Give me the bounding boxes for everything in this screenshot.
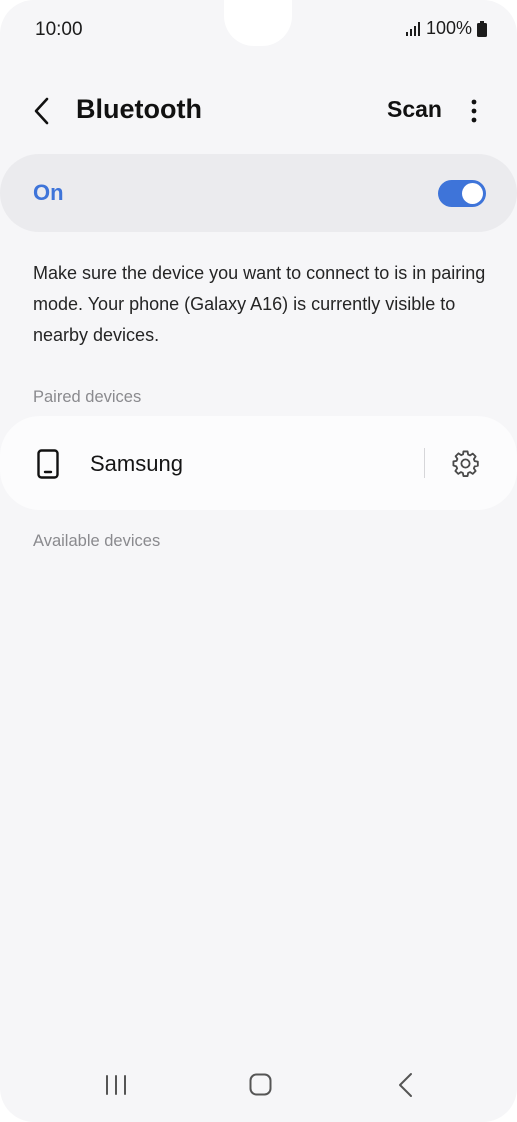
page-title: Bluetooth xyxy=(76,94,202,124)
signal-icon xyxy=(405,21,420,36)
battery-percentage: 100% xyxy=(425,18,472,38)
toggle-label: On xyxy=(33,180,64,205)
status-bar: 10:00 100% xyxy=(0,0,517,60)
home-icon[interactable] xyxy=(249,1073,272,1096)
back-icon[interactable] xyxy=(396,1072,416,1098)
phone-screen: 10:00 100% Bluetooth Scan On Make sure t… xyxy=(0,0,517,1122)
bluetooth-switch[interactable] xyxy=(438,180,486,207)
phone-icon xyxy=(37,449,59,479)
recents-icon[interactable] xyxy=(104,1074,128,1096)
scan-button[interactable]: Scan xyxy=(387,96,442,123)
switch-knob xyxy=(462,183,483,204)
paired-devices-header: Paired devices xyxy=(33,388,142,406)
available-devices-header: Available devices xyxy=(33,532,161,550)
gear-icon[interactable] xyxy=(451,449,480,478)
app-bar: Bluetooth Scan xyxy=(0,80,517,142)
device-name: Samsung xyxy=(90,451,183,476)
battery-icon xyxy=(477,20,487,37)
back-arrow-icon[interactable] xyxy=(30,96,56,126)
paired-device-row[interactable]: Samsung xyxy=(0,416,517,510)
navigation-bar xyxy=(0,1058,517,1122)
bluetooth-toggle-row[interactable]: On xyxy=(0,154,517,232)
more-options-icon[interactable] xyxy=(462,98,486,124)
status-indicators: 100% xyxy=(405,18,487,39)
pairing-description: Make sure the device you want to connect… xyxy=(33,263,486,345)
row-divider xyxy=(424,448,425,478)
status-time: 10:00 xyxy=(35,19,83,40)
